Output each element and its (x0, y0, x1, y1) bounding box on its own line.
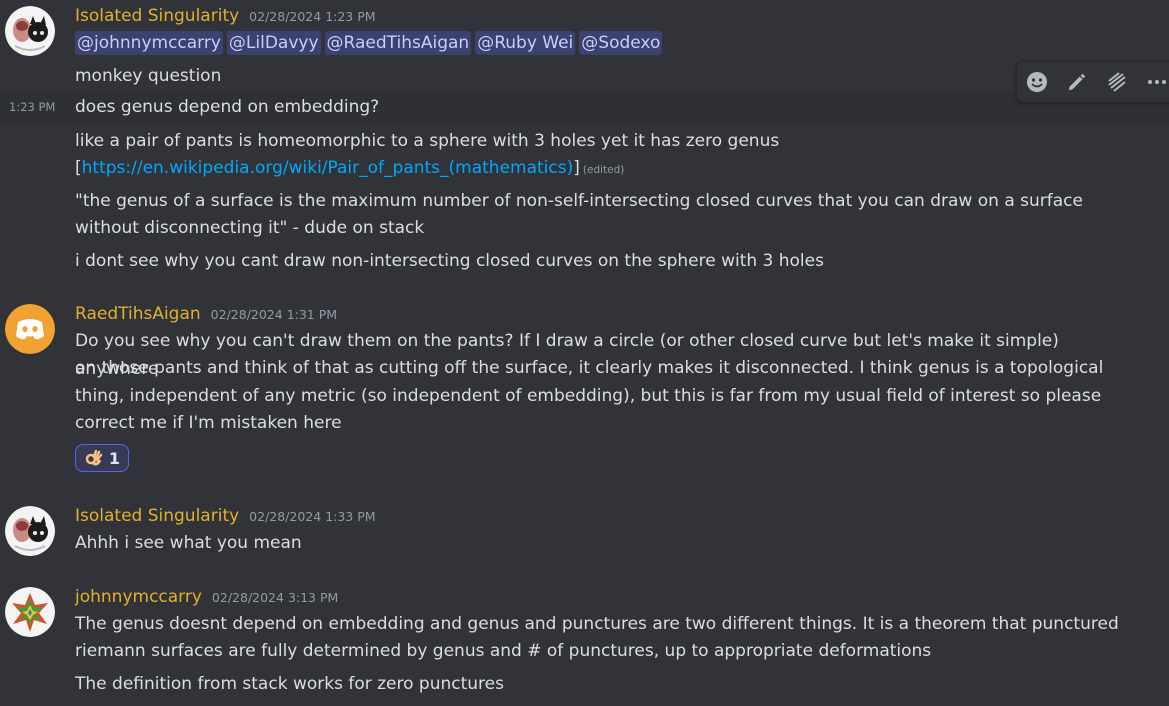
ok-hand-icon (85, 449, 103, 466)
timestamp[interactable]: 02/28/2024 3:13 PM (212, 590, 338, 605)
avatar-johnnymccarry[interactable] (5, 587, 55, 637)
author-name[interactable]: RaedTihsAigan (75, 304, 201, 324)
message-text: "the genus of a surface is the maximum n… (75, 191, 1083, 211)
mentions-line: @johnnymccarry @LilDavyy @RaedTihsAigan @Ru… (75, 30, 1129, 58)
message-text: on those pants and think of that as cutt… (75, 358, 1104, 378)
timestamp[interactable]: 02/28/2024 1:33 PM (249, 509, 375, 524)
reaction-count: 1 (108, 448, 121, 468)
timestamp[interactable]: 02/28/2024 1:23 PM (249, 9, 375, 24)
message-header: Isolated Singularity 02/28/2024 1:33 PM (75, 506, 376, 526)
mention-lildavyy[interactable]: @LilDavyy (226, 31, 321, 55)
message-text: The definition from stack works for zero… (75, 674, 504, 694)
message-text: The genus doesnt depend on embedding and… (75, 614, 1119, 634)
message-text: correct me if I'm mistaken here (75, 413, 342, 433)
bracket-close: ] (573, 158, 580, 178)
wikipedia-link[interactable]: https://en.wikipedia.org/wiki/Pair_of_pa… (82, 158, 574, 178)
author-name[interactable]: johnnymccarry (75, 587, 202, 607)
message-text: Ahhh i see what you mean (75, 533, 302, 553)
message-text: without disconnecting it" - dude on stac… (75, 218, 425, 238)
edit-icon (1068, 73, 1086, 91)
avatar-raedtihsaigan[interactable] (5, 304, 55, 354)
message-text: thing, independent of any metric (so ind… (75, 386, 1102, 406)
author-name[interactable]: Isolated Singularity (75, 6, 239, 26)
message-text: like a pair of pants is homeomorphic to … (75, 131, 780, 151)
timestamp[interactable]: 02/28/2024 1:31 PM (211, 307, 337, 322)
avatar-isolated-singularity[interactable] (5, 6, 55, 56)
message-text: i dont see why you cant draw non-interse… (75, 251, 824, 271)
mention-raedtihsaigan[interactable]: @RaedTihsAigan (324, 31, 472, 55)
message-header: johnnymccarry 02/28/2024 3:13 PM (75, 587, 338, 607)
message-link-line: [https://en.wikipedia.org/wiki/Pair_of_p… (75, 155, 1129, 185)
mention-sodexo[interactable]: @Sodexo (579, 31, 663, 55)
create-thread-icon (1108, 72, 1126, 92)
edit-button[interactable] (1057, 62, 1097, 102)
add-reaction-button[interactable] (1017, 62, 1057, 102)
message-header: Isolated Singularity 02/28/2024 1:23 PM (75, 6, 376, 26)
more-button[interactable] (1137, 62, 1169, 102)
mention-johnnymccarry[interactable]: @johnnymccarry (75, 31, 223, 55)
message-text: riemann surfaces are fully determined by… (75, 641, 932, 661)
edited-label: (edited) (582, 164, 625, 176)
reaction-ok-hand[interactable]: 1 (75, 444, 129, 472)
hover-timestamp[interactable]: 1:23 PM (9, 100, 55, 114)
avatar-isolated-singularity[interactable] (5, 506, 55, 556)
message-text: monkey question (75, 66, 222, 86)
author-name[interactable]: Isolated Singularity (75, 506, 239, 526)
mention-ruby-wei[interactable]: @Ruby Wei (475, 31, 576, 55)
add-reaction-icon (1027, 72, 1047, 92)
bracket-open: [ (75, 158, 82, 178)
more-icon (1148, 80, 1166, 84)
create-thread-button[interactable] (1097, 62, 1137, 102)
chat-messages: Isolated Singularity 02/28/2024 1:23 PM … (0, 0, 1169, 706)
message-header: RaedTihsAigan 02/28/2024 1:31 PM (75, 304, 337, 324)
message-text: does genus depend on embedding? (75, 97, 380, 117)
message-actions-toolbar (1016, 61, 1169, 103)
